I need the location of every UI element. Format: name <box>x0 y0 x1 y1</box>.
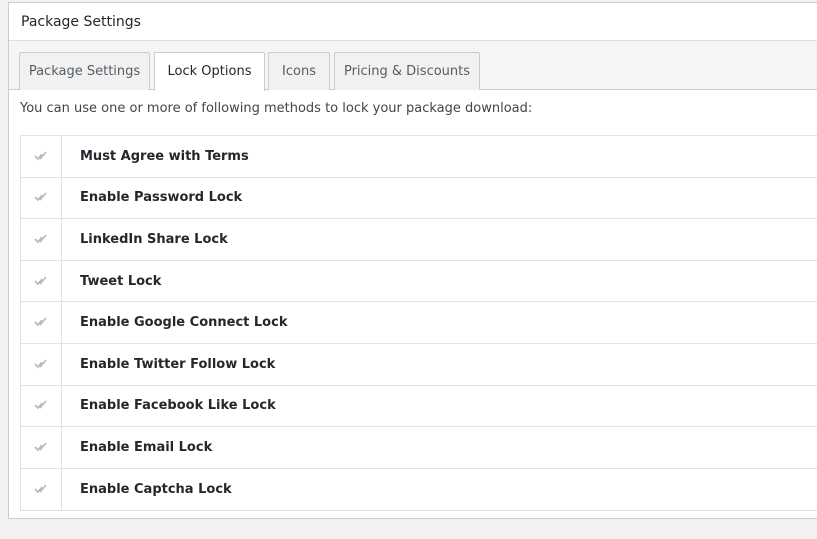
double-check-icon <box>34 480 48 499</box>
tab-package-settings[interactable]: Package Settings <box>19 52 150 90</box>
lock-row-tweet[interactable]: Tweet Lock <box>21 260 817 303</box>
lock-row-terms[interactable]: Must Agree with Terms <box>21 136 817 178</box>
double-check-icon <box>34 438 48 457</box>
lock-label: Enable Email Lock <box>80 439 213 455</box>
lock-row-twitter-follow[interactable]: Enable Twitter Follow Lock <box>21 343 817 386</box>
lock-row-password[interactable]: Enable Password Lock <box>21 177 817 220</box>
tab-lock-options[interactable]: Lock Options <box>154 52 265 91</box>
double-check-icon <box>34 147 48 166</box>
double-check-icon <box>34 396 48 415</box>
lock-row-captcha[interactable]: Enable Captcha Lock <box>21 468 817 511</box>
lock-label: Enable Captcha Lock <box>80 482 232 498</box>
lock-label: Must Agree with Terms <box>80 148 249 164</box>
package-settings-panel: Package Settings Package Settings Lock O… <box>8 2 817 519</box>
tab-pricing-discounts[interactable]: Pricing & Discounts <box>334 52 480 90</box>
double-check-icon <box>34 272 48 291</box>
lock-label: LinkedIn Share Lock <box>80 231 228 247</box>
double-check-icon <box>34 230 48 249</box>
double-check-icon <box>34 188 48 207</box>
panel-title: Package Settings <box>9 3 817 41</box>
tab-icons[interactable]: Icons <box>268 52 330 90</box>
lock-label: Enable Google Connect Lock <box>80 315 288 331</box>
tab-bar: Package Settings Lock Options Icons Pric… <box>9 41 817 91</box>
lock-label: Enable Facebook Like Lock <box>80 398 276 414</box>
intro-text: You can use one or more of following met… <box>20 101 533 116</box>
lock-label: Enable Password Lock <box>80 190 243 206</box>
lock-row-facebook[interactable]: Enable Facebook Like Lock <box>21 385 817 428</box>
double-check-icon <box>34 313 48 332</box>
lock-label: Enable Twitter Follow Lock <box>80 356 276 372</box>
lock-row-linkedin[interactable]: LinkedIn Share Lock <box>21 219 817 261</box>
lock-row-email[interactable]: Enable Email Lock <box>21 427 817 469</box>
lock-label: Tweet Lock <box>80 273 162 289</box>
lock-row-google[interactable]: Enable Google Connect Lock <box>21 302 817 344</box>
double-check-icon <box>34 355 48 374</box>
lock-options-list: Must Agree with Terms Enable Password Lo… <box>20 135 817 512</box>
